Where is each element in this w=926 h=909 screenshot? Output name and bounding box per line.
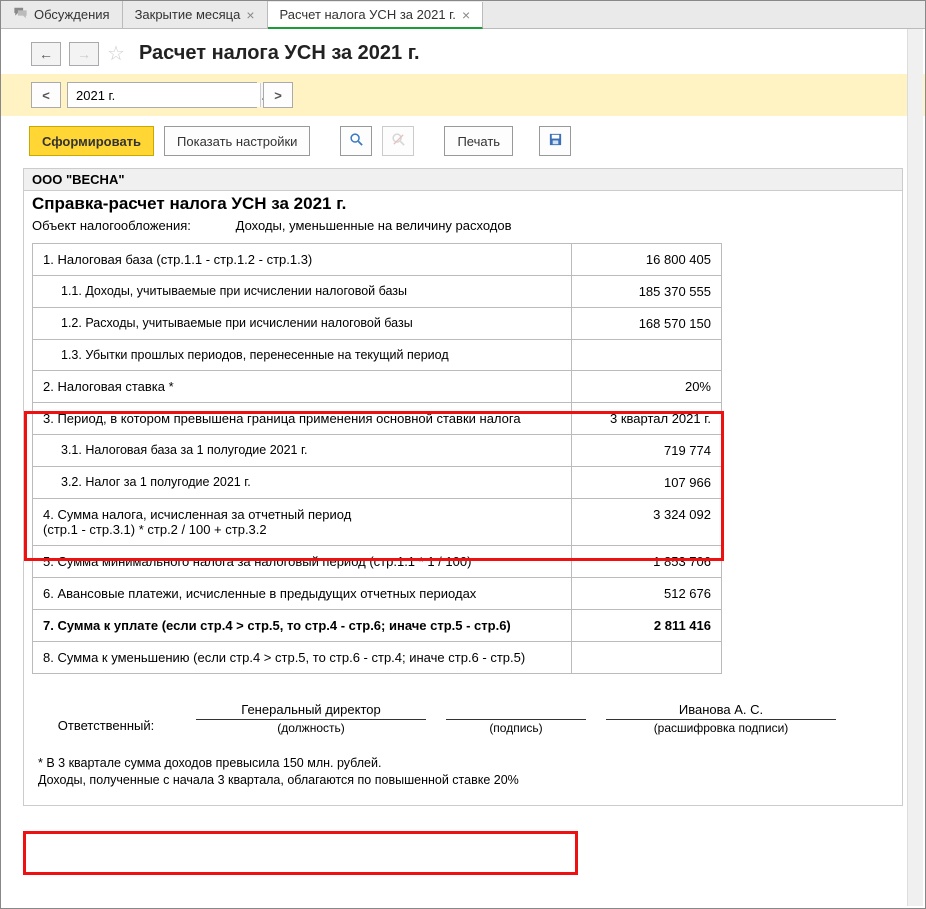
row-label: 7. Сумма к уплате (если стр.4 > стр.5, т… (33, 610, 572, 642)
row-label: 1. Налоговая база (стр.1.1 - стр.1.2 - с… (33, 244, 572, 276)
footnote-line: Доходы, полученные с начала 3 квартала, … (38, 772, 888, 789)
row-value: 719 774 (572, 435, 722, 467)
signature-block: Ответственный: Генеральный директор (дол… (24, 674, 902, 735)
row-value: 1 853 706 (572, 546, 722, 578)
position-caption: (должность) (196, 719, 426, 735)
calc-table: 1. Налоговая база (стр.1.1 - стр.1.2 - с… (32, 243, 722, 674)
generate-button[interactable]: Сформировать (29, 126, 154, 156)
close-icon[interactable]: × (246, 8, 254, 22)
tax-object-row: Объект налогообложения: Доходы, уменьшен… (24, 216, 902, 243)
row-value (572, 642, 722, 674)
row-value: 107 966 (572, 467, 722, 499)
tab-discussions[interactable]: Обсуждения (1, 1, 123, 28)
table-row: 5. Сумма минимального налога за налоговы… (33, 546, 722, 578)
period-selector-bar: < … > (1, 74, 925, 116)
table-row: 8. Сумма к уменьшению (если стр.4 > стр.… (33, 642, 722, 674)
save-button[interactable] (539, 126, 571, 156)
row-label: 4. Сумма налога, исчисленная за отчетный… (33, 499, 572, 546)
period-prev-button[interactable]: < (31, 82, 61, 108)
footnote: * В 3 квартале сумма доходов превысила 1… (36, 749, 890, 795)
row-label: 5. Сумма минимального налога за налоговы… (33, 546, 572, 578)
org-name: ООО "ВЕСНА" (24, 169, 902, 191)
tab-month-close[interactable]: Закрытие месяца × (123, 1, 268, 28)
row-label: 3.2. Налог за 1 полугодие 2021 г. (33, 467, 572, 499)
vertical-scrollbar[interactable] (907, 29, 923, 906)
position-value: Генеральный директор (196, 702, 426, 717)
period-input[interactable] (68, 83, 260, 107)
show-settings-button[interactable]: Показать настройки (164, 126, 310, 156)
row-label: 8. Сумма к уменьшению (если стр.4 > стр.… (33, 642, 572, 674)
close-icon[interactable]: × (462, 8, 470, 22)
period-field: … (67, 82, 257, 108)
row-label: 6. Авансовые платежи, исчисленные в пред… (33, 578, 572, 610)
row-label: 3. Период, в котором превышена граница п… (33, 403, 572, 435)
chat-icon (13, 6, 28, 23)
period-next-button[interactable]: > (263, 82, 293, 108)
table-row: 3. Период, в котором превышена граница п… (33, 403, 722, 435)
tab-label: Обсуждения (34, 7, 110, 22)
favorite-icon[interactable]: ☆ (107, 41, 125, 66)
find-button[interactable] (340, 126, 372, 156)
row-label: 1.3. Убытки прошлых периодов, перенесенн… (33, 340, 572, 371)
table-row: 7. Сумма к уплате (если стр.4 > стр.5, т… (33, 610, 722, 642)
tax-object-value: Доходы, уменьшенные на величину расходов (236, 218, 512, 233)
nav-back-button[interactable]: ← (31, 42, 61, 66)
row-label: 1.2. Расходы, учитываемые при исчислении… (33, 308, 572, 340)
row-value (572, 340, 722, 371)
search-cancel-icon (391, 132, 406, 150)
report-area: ООО "ВЕСНА" Справка-расчет налога УСН за… (23, 168, 903, 806)
find-cancel-button (382, 126, 414, 156)
table-row: 6. Авансовые платежи, исчисленные в пред… (33, 578, 722, 610)
highlight-box (23, 831, 578, 875)
table-row: 4. Сумма налога, исчисленная за отчетный… (33, 499, 722, 546)
table-row: 2. Налоговая ставка *20% (33, 371, 722, 403)
search-icon (349, 132, 364, 150)
print-button[interactable]: Печать (444, 126, 513, 156)
tab-label: Расчет налога УСН за 2021 г. (280, 7, 456, 22)
table-row: 1.1. Доходы, учитываемые при исчислении … (33, 276, 722, 308)
table-row: 3.1. Налоговая база за 1 полугодие 2021 … (33, 435, 722, 467)
row-label: 1.1. Доходы, учитываемые при исчислении … (33, 276, 572, 308)
tab-label: Закрытие месяца (135, 7, 241, 22)
tab-bar: Обсуждения Закрытие месяца × Расчет нало… (1, 1, 925, 29)
tab-usn-calc[interactable]: Расчет налога УСН за 2021 г. × (268, 2, 484, 29)
row-value: 20% (572, 371, 722, 403)
row-value: 16 800 405 (572, 244, 722, 276)
row-value: 3 324 092 (572, 499, 722, 546)
responsible-label: Ответственный: (36, 702, 176, 735)
table-row: 1.3. Убытки прошлых периодов, перенесенн… (33, 340, 722, 371)
row-value: 185 370 555 (572, 276, 722, 308)
signature-caption: (подпись) (446, 719, 586, 735)
nav-forward-button[interactable]: → (69, 42, 99, 66)
floppy-icon (548, 132, 563, 150)
report-toolbar: Сформировать Показать настройки Печать (1, 116, 925, 166)
name-value: Иванова А. С. (606, 702, 836, 717)
row-value: 2 811 416 (572, 610, 722, 642)
footnote-line: * В 3 квартале сумма доходов превысила 1… (38, 755, 888, 772)
row-value: 168 570 150 (572, 308, 722, 340)
row-label: 2. Налоговая ставка * (33, 371, 572, 403)
table-row: 1.2. Расходы, учитываемые при исчислении… (33, 308, 722, 340)
table-row: 3.2. Налог за 1 полугодие 2021 г.107 966 (33, 467, 722, 499)
table-row: 1. Налоговая база (стр.1.1 - стр.1.2 - с… (33, 244, 722, 276)
tax-object-label: Объект налогообложения: (32, 218, 232, 233)
page-title: Расчет налога УСН за 2021 г. (139, 42, 420, 65)
row-label: 3.1. Налоговая база за 1 полугодие 2021 … (33, 435, 572, 467)
report-title: Справка-расчет налога УСН за 2021 г. (24, 191, 902, 216)
name-caption: (расшифровка подписи) (606, 719, 836, 735)
row-value: 512 676 (572, 578, 722, 610)
row-value: 3 квартал 2021 г. (572, 403, 722, 435)
page-header: ← → ☆ Расчет налога УСН за 2021 г. (1, 29, 925, 74)
